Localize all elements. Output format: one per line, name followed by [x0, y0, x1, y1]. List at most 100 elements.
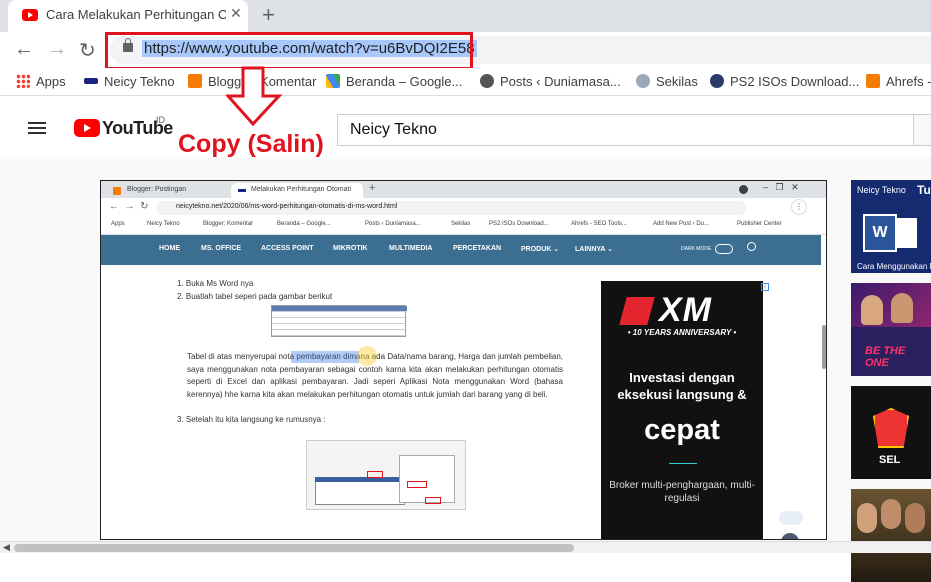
- channel-watermark-icon: [779, 511, 803, 525]
- youtube-region-code: ID: [156, 115, 165, 125]
- scroll-left-arrow-icon[interactable]: ◀: [3, 542, 10, 553]
- sekilas-icon: [636, 74, 650, 88]
- youtube-favicon-icon: [22, 9, 38, 21]
- video-bookmark: Add New Post ‹ Du...: [653, 221, 710, 227]
- recommended-video-thumbnail[interactable]: Neicy Tekno Tu W Cara Menggunakan F: [851, 180, 931, 273]
- new-tab-button[interactable]: +: [262, 2, 275, 28]
- video-browser-tab-strip: Blogger: Postingan Melakukan Perhitungan…: [101, 181, 826, 198]
- hamburger-menu-icon[interactable]: [28, 122, 46, 134]
- video-bookmark: Publisher Center: [737, 221, 782, 227]
- formula-screenshot: [306, 440, 466, 510]
- video-bookmark: Neicy Tekno: [147, 221, 180, 227]
- site-nav-item: ACCESS POINT: [261, 245, 314, 252]
- cursor-highlight: [357, 346, 377, 366]
- recommended-video-thumbnail[interactable]: [851, 489, 931, 582]
- bookmark-ps2-isos[interactable]: PS2 ISOs Download...: [710, 74, 859, 89]
- video-bookmark: Ahrefs - SEO Tools...: [571, 221, 627, 227]
- list-item: 2. Buatlah tabel seperi pada gambar beri…: [177, 292, 333, 301]
- reload-button[interactable]: ↻: [79, 38, 96, 63]
- video-bookmark: PS2 ISOs Download...: [489, 221, 549, 227]
- xm-logo-mark-icon: [619, 297, 655, 325]
- site-search-icon: [747, 242, 756, 251]
- site-nav-item: HOME: [159, 245, 180, 252]
- word-logo-icon: W: [863, 214, 897, 252]
- search-button[interactable]: [913, 114, 931, 146]
- ad-divider: [669, 463, 697, 464]
- video-bookmark: Sekilas: [451, 221, 471, 227]
- list-item: 3. Setelah itu kita langsung ke rumusnya…: [177, 415, 326, 424]
- ad-tagline: • 10 YEARS ANNIVERSARY •: [627, 328, 737, 337]
- xm-advertisement: XM • 10 YEARS ANNIVERSARY • Investasi de…: [601, 281, 763, 539]
- list-item: 1. Buka Ms Word nya: [177, 279, 254, 288]
- blogger-icon: [188, 74, 202, 88]
- ad-footnote: Broker multi-penghargaan, multi-regulasi: [609, 480, 755, 504]
- recommended-videos: Neicy Tekno Tu W Cara Menggunakan F BE T…: [851, 180, 931, 582]
- ad-logo-text: XM: [659, 291, 712, 329]
- ahrefs-icon: [866, 74, 880, 88]
- video-corner-button: [781, 533, 799, 539]
- text-selection-highlight: [291, 351, 359, 363]
- video-nav-icons: ← → ↻: [109, 201, 149, 212]
- video-window-controls-icon: – ❐ ✕: [763, 182, 799, 192]
- recommended-video-thumbnail[interactable]: BE THE ONE: [851, 283, 931, 376]
- video-tab-active: Melakukan Perhitungan Otomati: [231, 183, 363, 198]
- google-ads-icon: [326, 74, 340, 88]
- video-bookmark: Apps: [111, 221, 125, 227]
- url-highlight-box: [105, 32, 473, 70]
- youtube-search-input[interactable]: Neicy Tekno: [337, 114, 915, 146]
- article-body: 1. Buka Ms Word nya 2. Buatlah tabel sep…: [101, 265, 581, 539]
- search-input-value[interactable]: Neicy Tekno: [350, 121, 437, 139]
- neicy-tekno-icon: [84, 78, 98, 84]
- site-nav-item: PRODUK ⌄: [521, 246, 560, 253]
- site-navigation: HOME MS. OFFICE ACCESS POINT MIKROTIK MU…: [101, 235, 821, 265]
- bookmark-posts[interactable]: Posts ‹ Duniamasa...: [480, 74, 621, 89]
- forward-button[interactable]: →: [47, 38, 67, 61]
- adchoices-icon: i: [761, 283, 769, 291]
- bookmark-neicy-tekno[interactable]: Neicy Tekno: [84, 74, 175, 89]
- back-button[interactable]: ←: [14, 38, 34, 61]
- site-nav-item: MULTIMEDIA: [389, 245, 433, 252]
- site-nav-item: MIKROTIK: [333, 245, 368, 252]
- video-bookmark: Posts ‹ Duniamasa...: [365, 221, 421, 227]
- video-profile-icon: [739, 185, 748, 194]
- bookmarks-bar: Apps Neicy Tekno Blogger: Komentar Beran…: [0, 68, 931, 96]
- video-tab-blogger: Blogger: Postingan: [107, 183, 227, 198]
- video-browser-toolbar: ← → ↻ neicytekno.net/2020/06/ms-word-per…: [101, 198, 826, 218]
- video-bookmark: Beranda – Google...: [277, 221, 331, 227]
- horizontal-scrollbar-thumb[interactable]: [14, 544, 574, 552]
- site-nav-item: LAINNYA ⌄: [575, 246, 614, 253]
- video-player[interactable]: Blogger: Postingan Melakukan Perhitungan…: [100, 180, 827, 540]
- tab-close-icon[interactable]: ✕: [230, 5, 242, 22]
- dark-mode-label: DARK MODE: [681, 246, 712, 252]
- bookmark-sekilas[interactable]: Sekilas: [636, 74, 698, 89]
- arrow-down-icon: [226, 66, 283, 127]
- thumbnail-text: BE THE ONE: [865, 345, 906, 369]
- video-address-bar: neicytekno.net/2020/06/ms-word-perhitung…: [156, 201, 746, 215]
- wordpress-icon: [480, 74, 494, 88]
- video-new-tab-icon: +: [369, 182, 376, 194]
- browser-tab-active[interactable]: Cara Melakukan Perhitungan Oto ✕: [8, 0, 248, 32]
- bookmark-apps[interactable]: Apps: [16, 74, 66, 89]
- video-bookmark: Blogger: Komentar: [203, 221, 254, 227]
- video-bookmarks-bar: Apps Neicy Tekno Blogger: Komentar Beran…: [101, 218, 826, 235]
- copy-annotation-label: Copy (Salin): [178, 130, 324, 158]
- bookmark-google-ads[interactable]: Beranda – Google...: [326, 74, 462, 89]
- vertical-scrollbar[interactable]: [822, 325, 826, 369]
- video-menu-icon: ⋮: [791, 199, 807, 215]
- ps2-icon: [710, 74, 724, 88]
- neicy-tekno-icon: [238, 189, 246, 192]
- apps-grid-icon: [16, 74, 30, 88]
- blogger-icon: [113, 187, 121, 195]
- youtube-logo-icon[interactable]: [74, 119, 100, 137]
- ad-big-text: cepat: [644, 414, 720, 446]
- browser-tab-strip: Cara Melakukan Perhitungan Oto ✕ +: [0, 0, 931, 32]
- table-image: [271, 305, 407, 337]
- site-nav-item: MS. OFFICE: [201, 245, 242, 252]
- recommended-video-thumbnail[interactable]: SEL: [851, 386, 931, 479]
- bookmark-ahrefs[interactable]: Ahrefs -: [866, 74, 931, 89]
- horizontal-scrollbar[interactable]: ◀: [0, 541, 931, 553]
- ad-headline: Investasi dengan eksekusi langsung &: [617, 370, 747, 402]
- dark-mode-toggle: [715, 244, 733, 254]
- site-nav-item: PERCETAKAN: [453, 245, 502, 252]
- tab-title: Cara Melakukan Perhitungan Oto: [46, 7, 226, 22]
